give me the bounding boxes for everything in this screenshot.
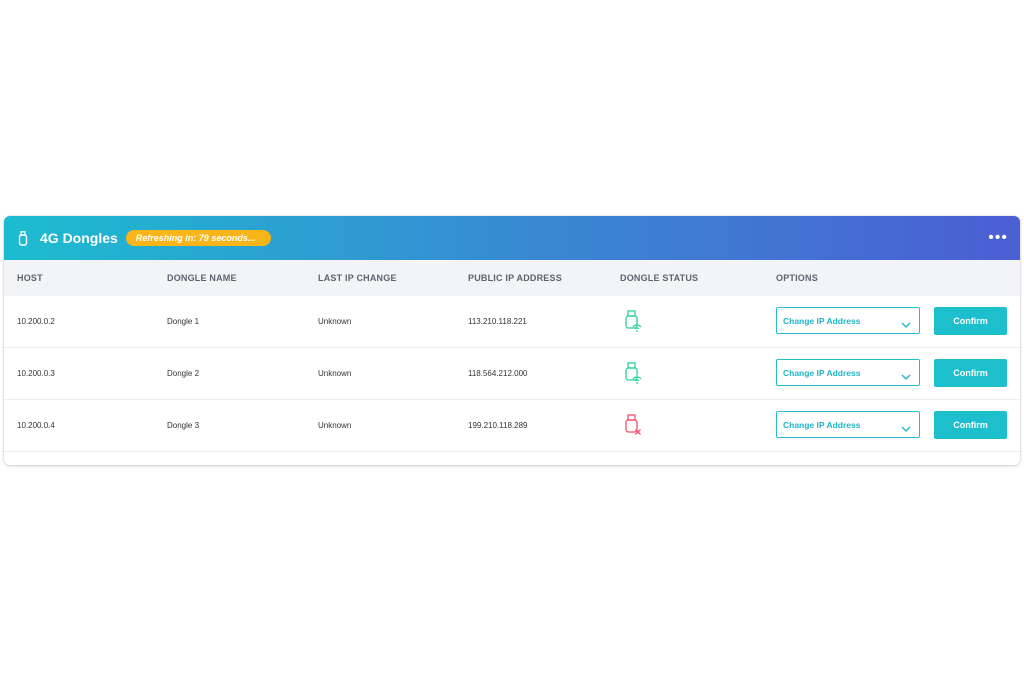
usb-disconnected-icon [624,414,642,436]
chevron-down-icon [901,368,911,386]
table-row: 10.200.0.3 Dongle 2 Unknown 118.564.212.… [4,348,1020,400]
col-dongle-status: DONGLE STATUS [620,273,699,283]
select-value: Change IP Address [783,419,861,430]
public-ip-cell: 118.564.212.000 [468,369,528,378]
more-options-icon[interactable]: ••• [988,230,1008,246]
dongles-card: 4G Dongles Refreshing in: 79 seconds... … [4,216,1020,465]
select-value: Change IP Address [783,367,861,378]
host-cell: 10.200.0.4 [17,421,55,430]
col-dongle-name: DONGLE NAME [167,273,237,283]
usb-connected-icon [624,362,642,384]
card-title: 4G Dongles [40,230,118,246]
last-ip-change-cell: Unknown [318,317,352,326]
select-value: Change IP Address [783,315,861,326]
col-last-ip-change: LAST IP CHANGE [318,273,397,283]
dongle-name-cell: Dongle 1 [167,317,200,326]
usb-dongle-icon [18,230,30,246]
last-ip-change-cell: Unknown [318,421,352,430]
host-cell: 10.200.0.3 [17,369,55,378]
col-public-ip: PUBLIC IP ADDRESS [468,273,562,283]
table-row: 10.200.0.2 Dongle 1 Unknown 113.210.118.… [4,296,1020,348]
change-ip-select[interactable]: Change IP Address [776,307,920,334]
usb-connected-icon [624,310,642,332]
dongle-name-cell: Dongle 3 [167,421,200,430]
dongle-name-cell: Dongle 2 [167,369,200,378]
confirm-button[interactable]: Confirm [934,411,1007,439]
change-ip-select[interactable]: Change IP Address [776,359,920,386]
table-header: HOST DONGLE NAME LAST IP CHANGE PUBLIC I… [4,260,1020,296]
public-ip-cell: 113.210.118.221 [468,317,527,326]
last-ip-change-cell: Unknown [318,369,352,378]
col-options: OPTIONS [776,273,818,283]
chevron-down-icon [901,316,911,334]
table-row: 10.200.0.4 Dongle 3 Unknown 199.210.118.… [4,400,1020,452]
chevron-down-icon [901,420,911,438]
confirm-button[interactable]: Confirm [934,307,1007,335]
change-ip-select[interactable]: Change IP Address [776,411,920,438]
public-ip-cell: 199.210.118.289 [468,421,528,430]
col-host: HOST [17,273,43,283]
host-cell: 10.200.0.2 [17,317,55,326]
confirm-button[interactable]: Confirm [934,359,1007,387]
card-header: 4G Dongles Refreshing in: 79 seconds... … [4,216,1020,260]
refresh-countdown-badge: Refreshing in: 79 seconds... [125,230,272,246]
